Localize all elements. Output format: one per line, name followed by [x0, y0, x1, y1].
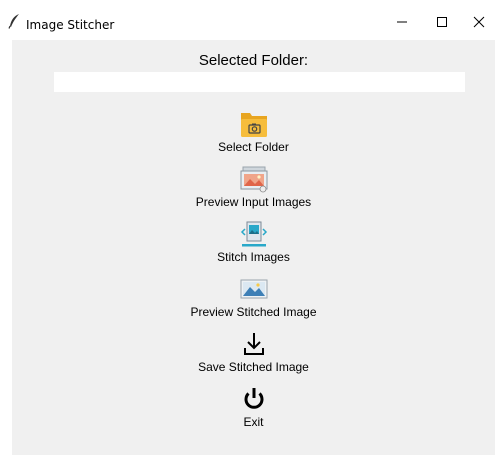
selected-folder-field[interactable] [54, 72, 465, 92]
title-bar[interactable]: Image Stitcher [0, 0, 495, 40]
close-button[interactable] [457, 9, 495, 39]
select-folder-button[interactable]: Select Folder [12, 108, 495, 154]
photos-preview-icon [237, 163, 271, 193]
main-panel: Selected Folder: Select Folder Preview I… [12, 40, 495, 455]
selected-folder-label: Selected Folder: [198, 52, 309, 69]
save-stitched-image-button[interactable]: Save Stitched Image [12, 328, 495, 374]
folder-camera-icon [237, 108, 271, 138]
close-icon [473, 15, 485, 33]
app-window: Image Stitcher Selected Folder: Select F… [0, 0, 495, 455]
power-icon [237, 383, 271, 413]
stitch-images-label: Stitch Images [217, 250, 290, 264]
minimize-icon [396, 15, 408, 33]
minimize-button[interactable] [380, 9, 424, 39]
window-title: Image Stitcher [26, 18, 115, 32]
stitch-images-button[interactable]: Stitch Images [12, 218, 495, 264]
preview-input-images-button[interactable]: Preview Input Images [12, 163, 495, 209]
preview-input-images-label: Preview Input Images [195, 195, 312, 209]
save-stitched-image-label: Save Stitched Image [198, 360, 309, 374]
feather-icon [7, 13, 21, 29]
download-icon [237, 328, 271, 358]
panorama-icon [237, 273, 271, 303]
exit-button[interactable]: Exit [12, 383, 495, 429]
stitch-icon [237, 218, 271, 248]
preview-stitched-image-button[interactable]: Preview Stitched Image [12, 273, 495, 319]
exit-label: Exit [243, 415, 264, 429]
select-folder-label: Select Folder [218, 140, 289, 154]
preview-stitched-image-label: Preview Stitched Image [190, 305, 317, 319]
maximize-icon [436, 15, 448, 33]
